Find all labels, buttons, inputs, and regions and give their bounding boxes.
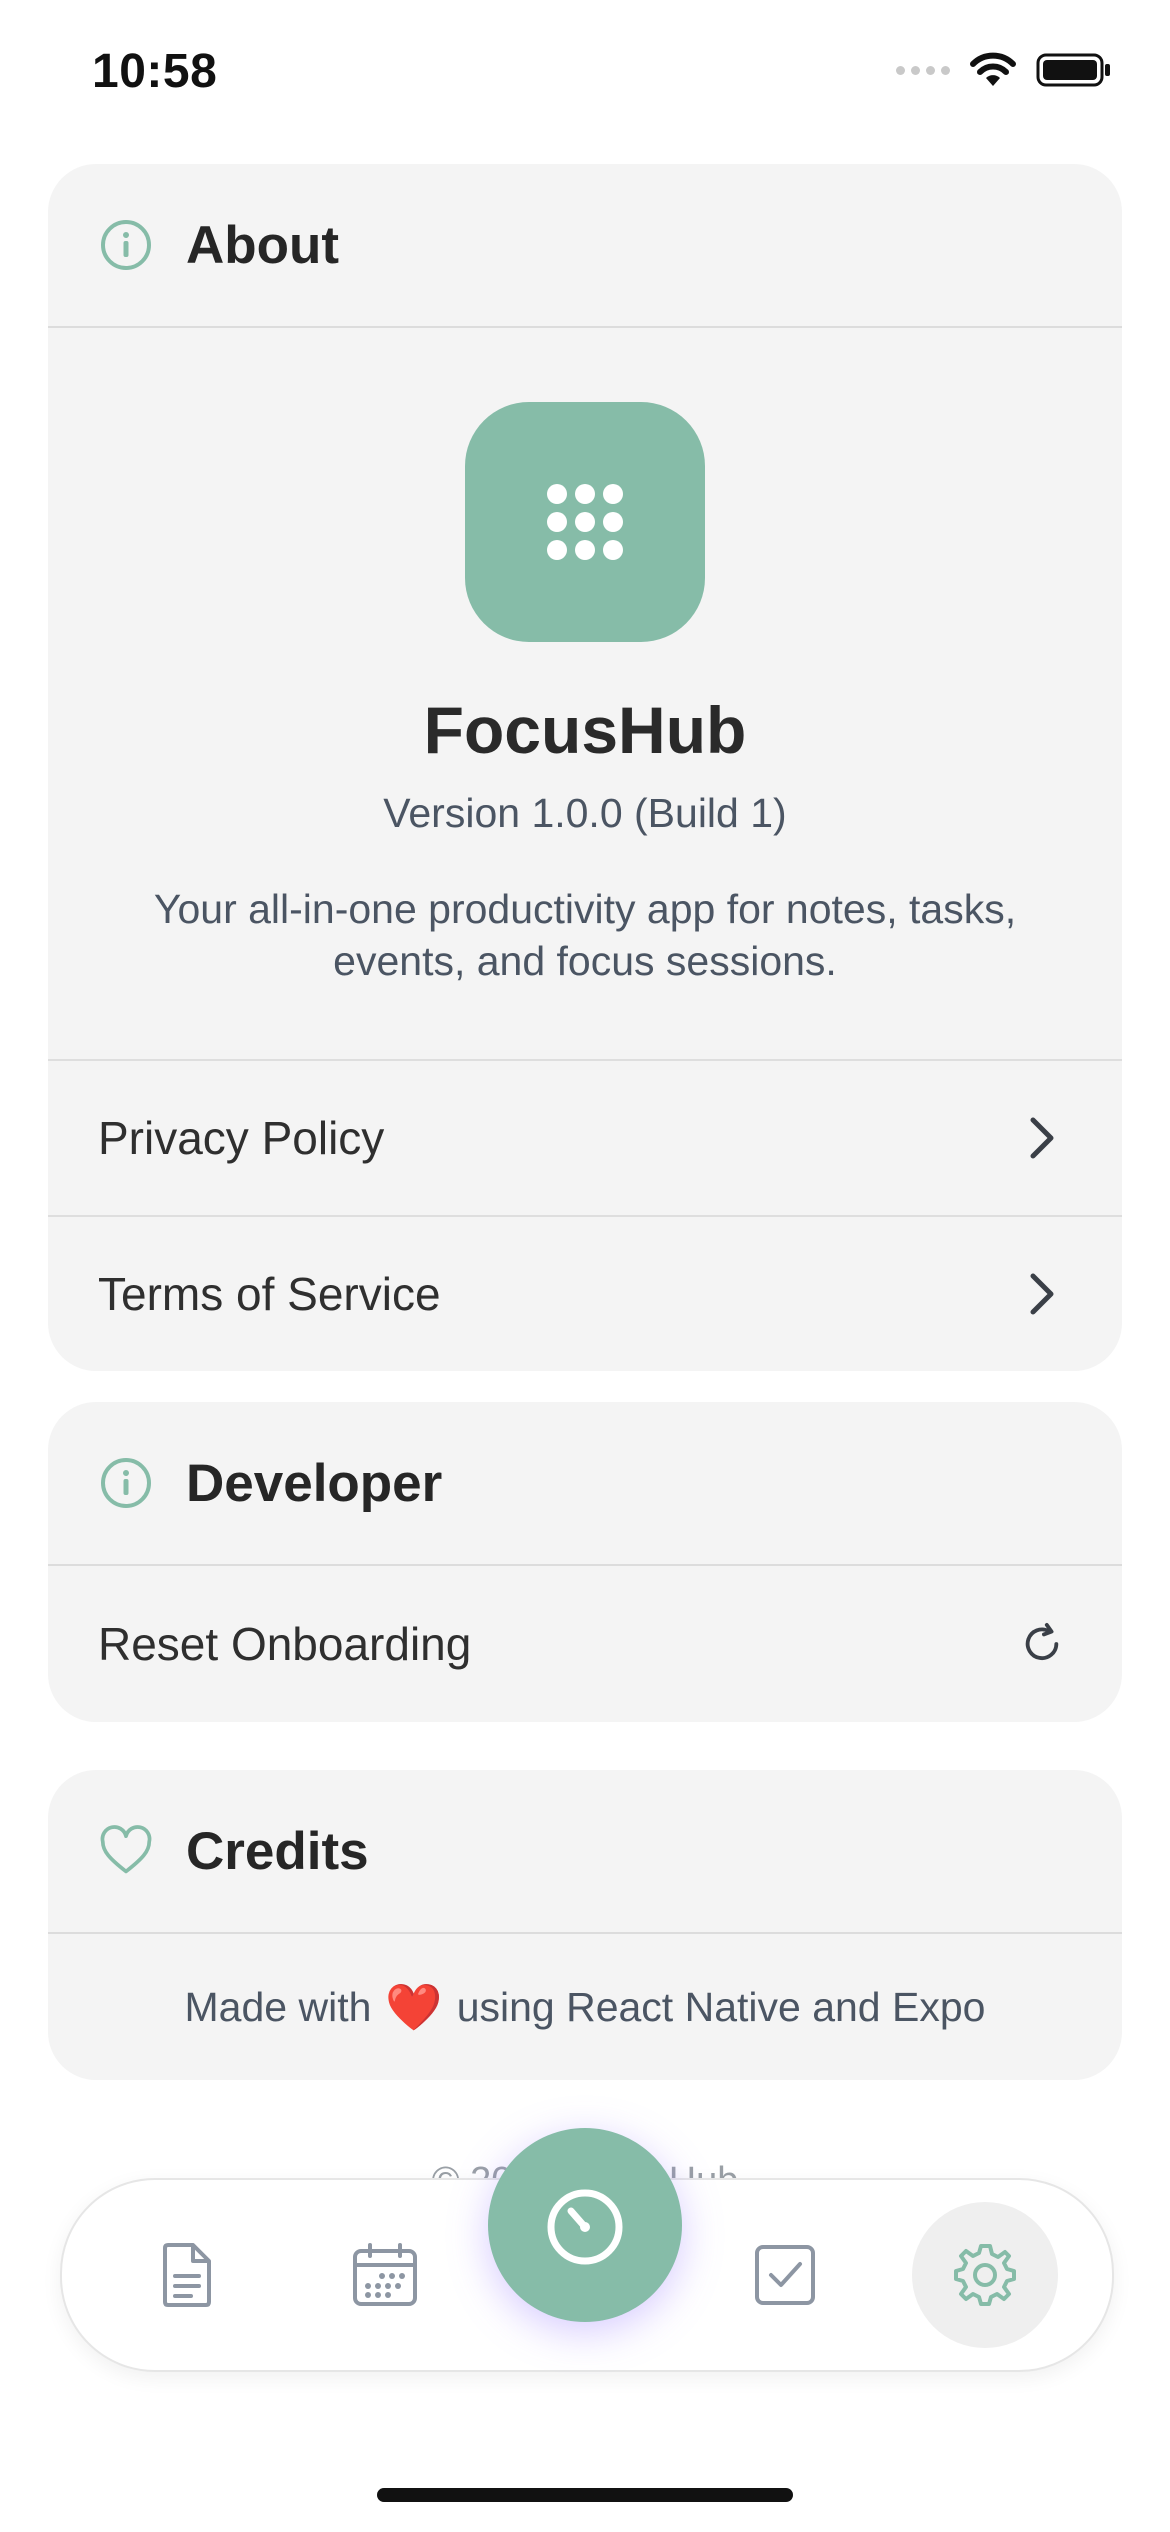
tab-notes[interactable] [132, 2220, 242, 2330]
credits-text: Made with ❤️ using React Native and Expo [48, 1934, 1122, 2080]
credits-text-before: Made with [184, 1983, 372, 2030]
calendar-icon [353, 2243, 417, 2306]
notes-icon [163, 2243, 211, 2307]
credits-text-after: using React Native and Expo [456, 1983, 986, 2030]
developer-card: Developer Reset Onboarding [48, 1402, 1122, 1722]
app-logo-icon [465, 402, 705, 642]
tasks-icon [755, 2245, 815, 2305]
about-header: About [48, 164, 1122, 328]
home-indicator [377, 2488, 793, 2502]
battery-icon [1036, 53, 1110, 87]
refresh-icon [1020, 1622, 1064, 1666]
developer-header: Developer [48, 1402, 1122, 1566]
about-title: About [186, 215, 340, 275]
terms-of-service-label: Terms of Service [98, 1268, 441, 1320]
developer-title: Developer [186, 1453, 443, 1513]
reset-onboarding-row[interactable]: Reset Onboarding [48, 1566, 1122, 1722]
info-icon [100, 219, 152, 271]
about-app-info: FocusHub Version 1.0.0 (Build 1) Your al… [48, 328, 1122, 1059]
focus-timer-button[interactable] [488, 2128, 682, 2322]
credits-title: Credits [186, 1821, 369, 1881]
privacy-policy-label: Privacy Policy [98, 1112, 385, 1164]
heart-emoji-icon: ❤️ [385, 1980, 443, 2033]
reset-onboarding-label: Reset Onboarding [98, 1618, 472, 1670]
terms-of-service-row[interactable]: Terms of Service [48, 1215, 1122, 1371]
timer-icon [547, 2189, 623, 2265]
status-time: 10:58 [92, 45, 218, 98]
credits-card: Credits Made with ❤️ using React Native … [48, 1770, 1122, 2080]
signal-icon [896, 65, 950, 75]
privacy-policy-row[interactable]: Privacy Policy [48, 1059, 1122, 1215]
settings-icon [954, 2244, 1016, 2306]
app-name: FocusHub [423, 693, 747, 767]
tab-calendar[interactable] [330, 2220, 440, 2330]
app-version: Version 1.0.0 (Build 1) [383, 790, 787, 836]
info-icon [100, 1457, 152, 1509]
chevron-right-icon [1020, 1272, 1064, 1316]
status-icons [896, 52, 1112, 88]
chevron-right-icon [1020, 1116, 1064, 1160]
tab-tasks[interactable] [730, 2220, 840, 2330]
wifi-icon [970, 52, 1016, 86]
app-description: Your all-in-one productivity app for not… [153, 886, 1017, 984]
heart-outline-icon [100, 1825, 152, 1877]
credits-header: Credits [48, 1770, 1122, 1934]
about-card: About FocusHub Version 1.0.0 (Build 1) Y… [48, 164, 1122, 1371]
tab-settings[interactable] [912, 2202, 1058, 2348]
